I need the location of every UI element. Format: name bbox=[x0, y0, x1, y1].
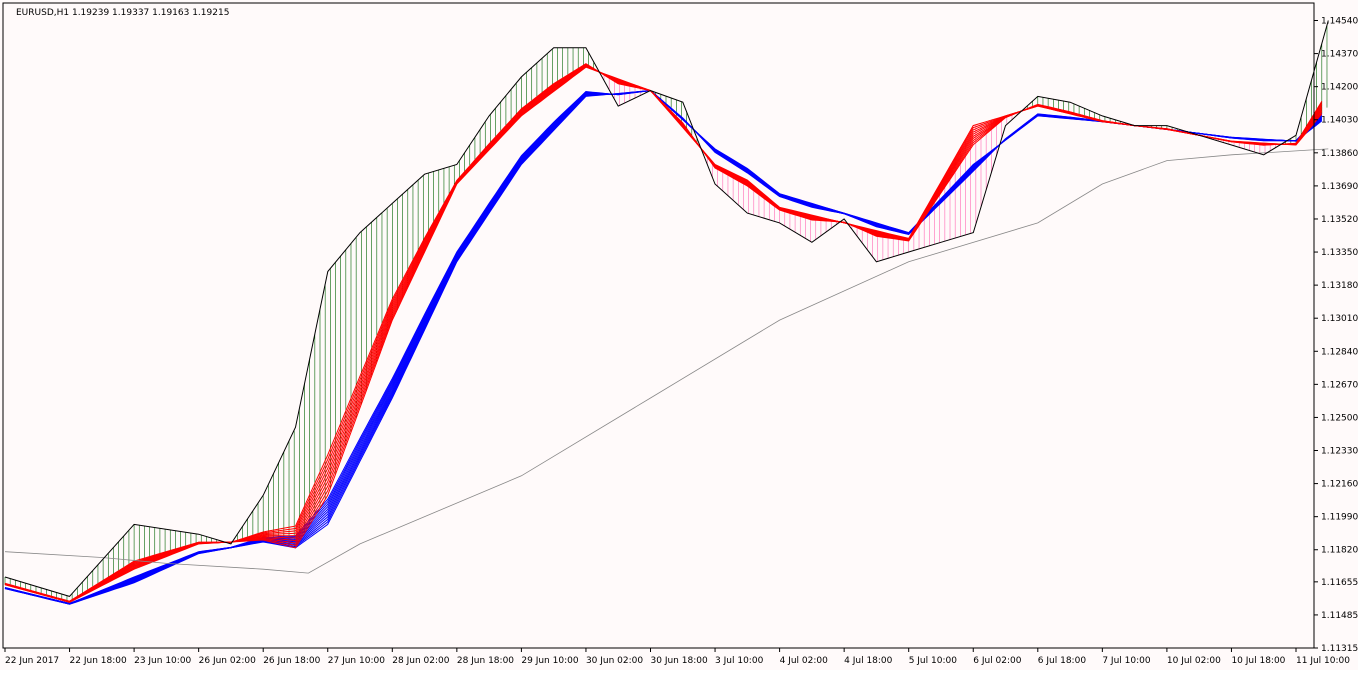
x-tick-label: 30 Jun 18:00 bbox=[651, 656, 708, 666]
x-tick-label: 22 Jun 18:00 bbox=[70, 656, 127, 666]
x-tick-label: 6 Jul 18:00 bbox=[1038, 656, 1087, 666]
x-tick-label: 6 Jul 02:00 bbox=[973, 656, 1022, 666]
x-tick-label: 26 Jun 18:00 bbox=[263, 656, 320, 666]
y-tick-label: 1.13520 bbox=[1321, 215, 1358, 225]
y-tick-label: 1.13010 bbox=[1321, 314, 1358, 324]
y-tick-label: 1.12160 bbox=[1321, 480, 1358, 490]
x-tick-label: 7 Jul 10:00 bbox=[1102, 656, 1151, 666]
price-chart[interactable]: 1.14540 1.14370 1.14200 1.14030 1.13860 1.136… bbox=[0, 0, 1358, 670]
y-tick-label: 1.11655 bbox=[1321, 578, 1358, 588]
x-tick-label: 28 Jun 02:00 bbox=[392, 656, 449, 666]
x-tick-label: 3 Jul 10:00 bbox=[715, 656, 764, 666]
y-tick-label: 1.14200 bbox=[1321, 83, 1358, 93]
y-tick-label: 1.12840 bbox=[1321, 347, 1358, 357]
x-tick-label: 22 Jun 2017 bbox=[5, 656, 59, 666]
y-tick-label: 1.12670 bbox=[1321, 380, 1358, 390]
x-tick-label: 30 Jun 02:00 bbox=[586, 656, 643, 666]
x-tick-label: 23 Jun 10:00 bbox=[134, 656, 191, 666]
y-tick-label: 1.13860 bbox=[1321, 149, 1358, 159]
x-tick-label: 5 Jul 10:00 bbox=[909, 656, 958, 666]
y-tick-label: 1.12500 bbox=[1321, 413, 1358, 423]
y-tick-label: 1.13690 bbox=[1321, 182, 1358, 192]
x-tick-label: 29 Jun 10:00 bbox=[521, 656, 578, 666]
y-tick-label: 1.11315 bbox=[1321, 644, 1358, 654]
x-tick-label: 4 Jul 18:00 bbox=[844, 656, 893, 666]
x-tick-label: 26 Jun 02:00 bbox=[199, 656, 256, 666]
price-chart-svg[interactable]: 1.14540 1.14370 1.14200 1.14030 1.13860 1.136… bbox=[0, 0, 1358, 670]
x-tick-label: 27 Jun 10:00 bbox=[328, 656, 385, 666]
x-tick-label: 10 Jul 18:00 bbox=[1231, 656, 1285, 666]
y-tick-label: 1.11990 bbox=[1321, 513, 1358, 523]
y-tick-label: 1.14370 bbox=[1321, 50, 1358, 60]
y-tick-label: 1.14540 bbox=[1321, 17, 1358, 27]
y-tick-label: 1.14030 bbox=[1321, 116, 1358, 126]
x-tick-label: 11 Jul 10:00 bbox=[1296, 656, 1350, 666]
chart-header: EURUSD,H1 1.19239 1.19337 1.19163 1.1921… bbox=[16, 8, 229, 18]
x-tick-label: 4 Jul 02:00 bbox=[780, 656, 829, 666]
y-tick-label: 1.13180 bbox=[1321, 281, 1358, 291]
x-tick-label: 28 Jun 18:00 bbox=[457, 656, 514, 666]
y-tick-label: 1.11485 bbox=[1321, 611, 1358, 621]
y-tick-label: 1.13350 bbox=[1321, 248, 1358, 258]
x-tick-label: 10 Jul 02:00 bbox=[1167, 656, 1221, 666]
y-tick-label: 1.12330 bbox=[1321, 447, 1358, 457]
y-tick-label: 1.11820 bbox=[1321, 546, 1358, 556]
